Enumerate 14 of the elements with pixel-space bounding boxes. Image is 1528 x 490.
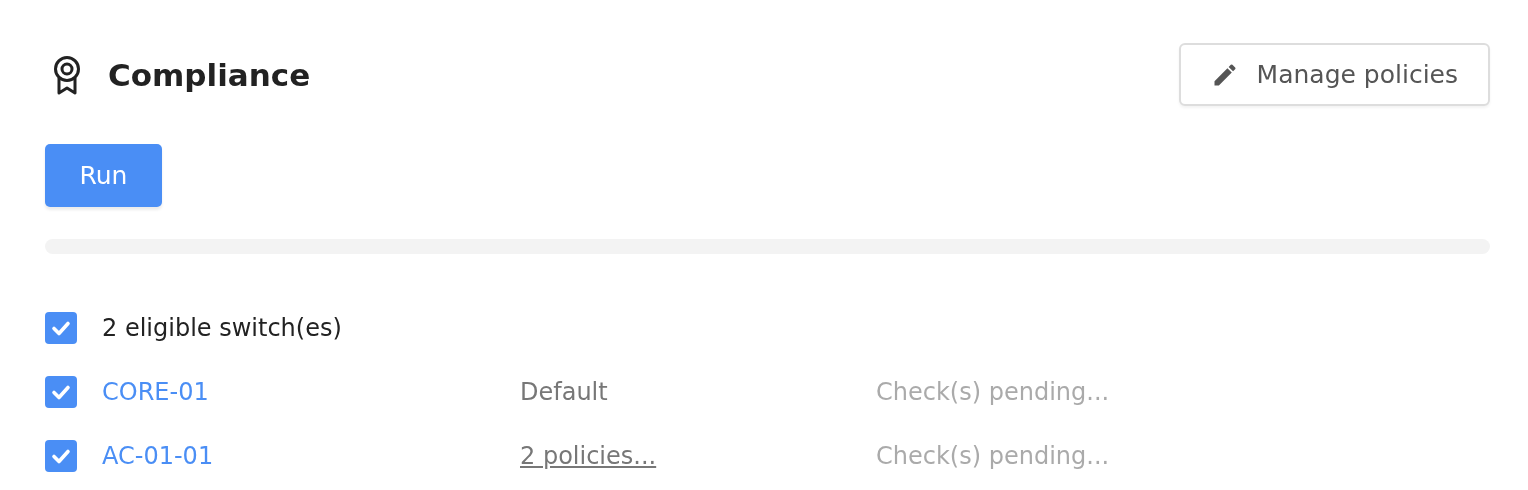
check-status: Check(s) pending... [876, 378, 1110, 406]
policies-link[interactable]: 2 policies... [520, 442, 657, 470]
page-title: Compliance [108, 56, 311, 93]
manage-policies-button[interactable]: Manage policies [1178, 43, 1490, 106]
policy-name: Default [520, 378, 608, 406]
check-status: Check(s) pending... [876, 442, 1110, 470]
checkbox[interactable] [45, 376, 77, 408]
switch-name-link[interactable]: AC-01-01 [102, 442, 520, 470]
switch-name-link[interactable]: CORE-01 [102, 378, 520, 406]
eligible-count-label: 2 eligible switch(es) [102, 314, 342, 342]
run-button[interactable]: Run [45, 144, 162, 207]
award-ribbon-icon [52, 54, 82, 95]
checkbox[interactable] [45, 440, 77, 472]
checkbox[interactable] [45, 312, 77, 344]
